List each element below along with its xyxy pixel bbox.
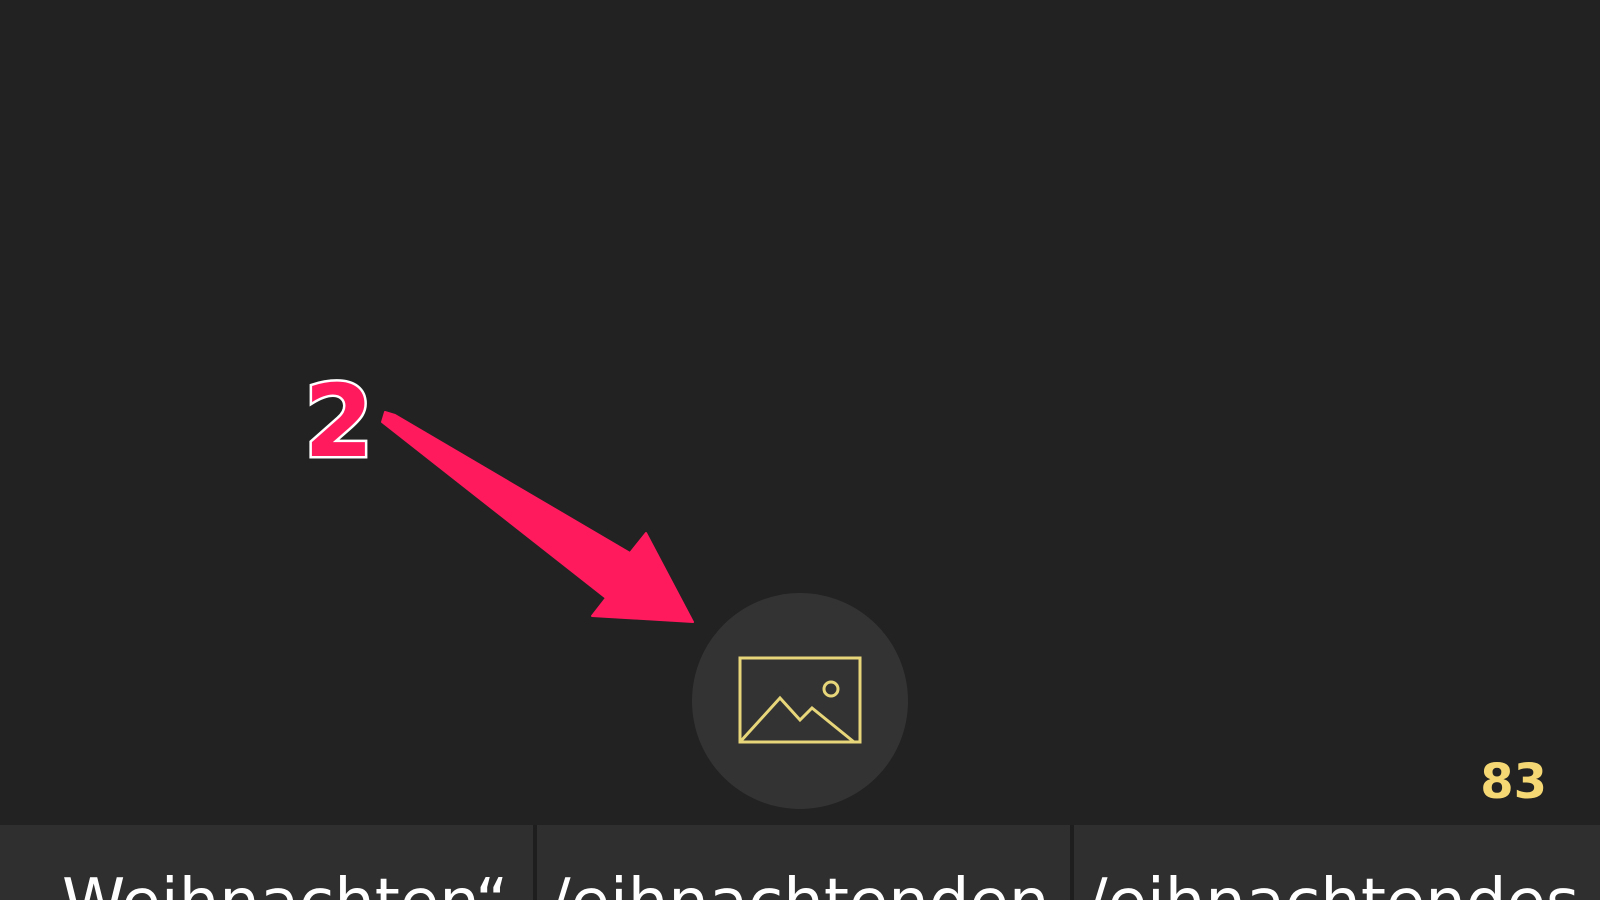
suggestion-item[interactable]: /eihnachtenden [533,825,1070,900]
suggestion-text: /eihnachtenden [549,865,1049,900]
suggestion-item[interactable]: /eihnachtendes [1070,825,1600,900]
annotation-step-number: 2 [302,361,377,483]
suggestion-text: /eihnachtendes [1086,865,1579,900]
suggestion-text: Weihnachten“ [62,865,508,900]
screen: 2 83 Weihnachten“ /eihnachtenden /eihnac… [0,0,1600,900]
insert-image-button[interactable] [692,593,908,809]
character-counter: 83 [1480,754,1547,810]
image-icon [738,656,862,744]
suggestion-item[interactable]: Weihnachten“ [0,825,533,900]
keyboard-suggestion-bar: Weihnachten“ /eihnachtenden /eihnachtend… [0,825,1600,900]
